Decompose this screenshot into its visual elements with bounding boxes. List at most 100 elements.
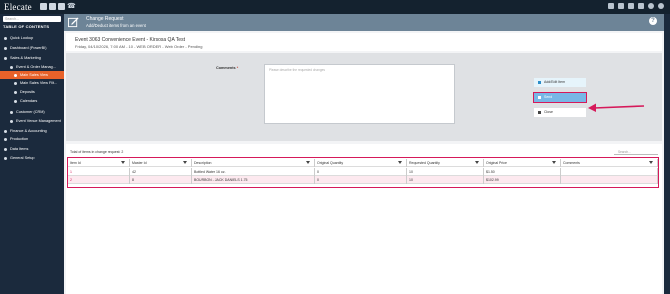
sidebar-item[interactable]: Event Venue Management bbox=[0, 117, 64, 125]
column-header[interactable]: Original Quantity bbox=[315, 159, 407, 167]
grid-icon[interactable] bbox=[40, 3, 47, 10]
app-logo: Elecate bbox=[4, 2, 32, 12]
event-summary: Event 3063 Convenience Event - Kirsosa Q… bbox=[66, 33, 662, 51]
required-mark: * bbox=[236, 66, 239, 70]
page-title: Change Request bbox=[86, 16, 124, 22]
column-header[interactable]: Item Id bbox=[68, 159, 130, 167]
filter-icon[interactable] bbox=[552, 161, 556, 164]
top-bar: Elecate ☎ bbox=[0, 0, 670, 14]
sidebar-item[interactable]: Production bbox=[0, 135, 64, 143]
print-icon[interactable] bbox=[618, 3, 624, 9]
sidebar-item[interactable]: Data Items bbox=[0, 145, 64, 153]
sidebar-item[interactable]: Main Sales View bbox=[0, 71, 64, 79]
sidebar-item[interactable]: Deposits bbox=[0, 88, 64, 96]
column-header[interactable]: Master Id bbox=[130, 159, 192, 167]
add-edit-item-button[interactable]: Add/Edit Item bbox=[534, 78, 586, 87]
filter-icon[interactable] bbox=[398, 161, 402, 164]
column-header[interactable]: Comments bbox=[561, 159, 658, 167]
sidebar-item-icon bbox=[14, 81, 17, 85]
sidebar-item[interactable]: Event & Order Manag... bbox=[0, 63, 64, 71]
sidebar-item-label: Dashboard (PowerBI) bbox=[10, 46, 47, 50]
column-header[interactable]: Requested Quantity bbox=[407, 159, 484, 167]
sidebar-item-label: Quick Lookup bbox=[10, 36, 34, 40]
calendar-icon[interactable] bbox=[49, 3, 56, 10]
filter-icon[interactable] bbox=[649, 161, 653, 164]
phone-icon[interactable]: ☎ bbox=[67, 3, 76, 10]
sidebar-item[interactable]: General Setup bbox=[0, 154, 64, 162]
highlight-arrow-icon bbox=[588, 103, 645, 112]
sidebar-item-label: Main Sales View bbox=[20, 73, 48, 77]
comments-textarea[interactable]: Please describe the requested changes bbox=[264, 64, 455, 124]
event-title: Event 3063 Convenience Event - Kirsosa Q… bbox=[75, 37, 185, 43]
sidebar-item[interactable]: Sales & Marketing bbox=[0, 54, 64, 62]
close-icon bbox=[538, 111, 541, 114]
table-cell: 2 bbox=[68, 176, 130, 184]
close-button[interactable]: Close bbox=[534, 108, 586, 117]
column-header-label: Description bbox=[194, 161, 212, 165]
table-cell: 10 bbox=[407, 176, 484, 184]
column-header-label: Item Id bbox=[70, 161, 81, 165]
filter-icon[interactable] bbox=[475, 161, 479, 164]
table-cell: 0 bbox=[315, 176, 407, 184]
truck-icon[interactable] bbox=[58, 3, 65, 10]
page-header: Change Request Add/Deduct items from an … bbox=[64, 14, 664, 31]
sidebar-item[interactable]: Main Sales View Filt... bbox=[0, 79, 64, 87]
send-label: Send bbox=[544, 95, 553, 99]
sidebar-item-label: General Setup bbox=[10, 156, 35, 160]
edit-icon bbox=[68, 17, 79, 28]
sidebar-item-label: Deposits bbox=[20, 90, 35, 94]
table-cell: Bottled Water 16 oz. bbox=[192, 168, 315, 176]
sidebar-item[interactable]: Customer (CRM) bbox=[0, 108, 64, 116]
toc-heading: TABLE OF CONTENTS bbox=[3, 24, 50, 29]
sidebar-item[interactable]: Calendars bbox=[0, 97, 64, 105]
filter-icon[interactable] bbox=[121, 161, 125, 164]
send-button[interactable]: Send bbox=[533, 92, 587, 103]
table-header-row: Item Id Master Id Description Original Quan… bbox=[68, 159, 658, 167]
column-header-label: Comments bbox=[563, 161, 580, 165]
table-cell: $102.99 bbox=[484, 176, 561, 184]
sidebar-search-input[interactable]: Search... bbox=[3, 16, 61, 22]
table-search-input[interactable]: Search... bbox=[614, 149, 658, 155]
help-icon[interactable]: ? bbox=[649, 17, 657, 25]
refresh-icon[interactable] bbox=[608, 3, 614, 9]
table-cell: 8 bbox=[130, 176, 192, 184]
column-header[interactable]: Original Price bbox=[484, 159, 561, 167]
filter-icon[interactable] bbox=[183, 161, 187, 164]
comments-label: Comments * bbox=[216, 66, 238, 70]
table-cell bbox=[561, 176, 658, 184]
table-row[interactable]: 2 8 BOURBON - JACK DANIELS 1.75 0 10 $102.99 bbox=[68, 176, 658, 184]
sidebar-item-icon bbox=[10, 65, 13, 69]
table-cell bbox=[561, 168, 658, 176]
table-cell: $1.50 bbox=[484, 168, 561, 176]
sidebar-item-icon bbox=[10, 119, 13, 123]
folder-icon[interactable] bbox=[628, 3, 634, 9]
sidebar-item-icon bbox=[4, 46, 7, 50]
add-edit-item-label: Add/Edit Item bbox=[544, 80, 566, 84]
sidebar-item-label: Event Venue Management bbox=[16, 119, 61, 123]
sidebar-item-label: Production bbox=[10, 137, 29, 141]
close-label: Close bbox=[544, 110, 553, 114]
plus-icon bbox=[538, 81, 541, 84]
sidebar-item[interactable]: Quick Lookup bbox=[0, 34, 64, 42]
change-items-panel: Total of items in change request: 2 Sear… bbox=[66, 144, 662, 294]
sidebar-item-icon bbox=[14, 90, 17, 94]
filter-icon[interactable] bbox=[306, 161, 310, 164]
table-row[interactable]: 1 42 Bottled Water 16 oz. 0 10 $1.50 bbox=[68, 168, 658, 176]
sidebar-item-icon bbox=[4, 56, 7, 60]
table-cell: BOURBON - JACK DANIELS 1.75 bbox=[192, 176, 315, 184]
sidebar-item[interactable]: Dashboard (PowerBI) bbox=[0, 44, 64, 52]
item-count-text: Total of items in change request: 2 bbox=[70, 150, 124, 154]
gear-icon[interactable] bbox=[658, 3, 664, 9]
column-header[interactable]: Description bbox=[192, 159, 315, 167]
sidebar-item-icon bbox=[4, 147, 7, 151]
table-cell: 0 bbox=[315, 168, 407, 176]
sidebar-item-icon bbox=[14, 73, 17, 77]
send-icon bbox=[538, 96, 541, 99]
top-icon-group: ☎ bbox=[40, 3, 76, 10]
sidebar-item-icon bbox=[14, 99, 17, 103]
main-content: Change Request Add/Deduct items from an … bbox=[64, 14, 664, 294]
column-header-label: Original Quantity bbox=[317, 161, 344, 165]
mail-icon[interactable] bbox=[638, 3, 644, 9]
user-icon[interactable] bbox=[648, 3, 654, 9]
sidebar-item[interactable]: Finance & Accounting bbox=[0, 127, 64, 135]
